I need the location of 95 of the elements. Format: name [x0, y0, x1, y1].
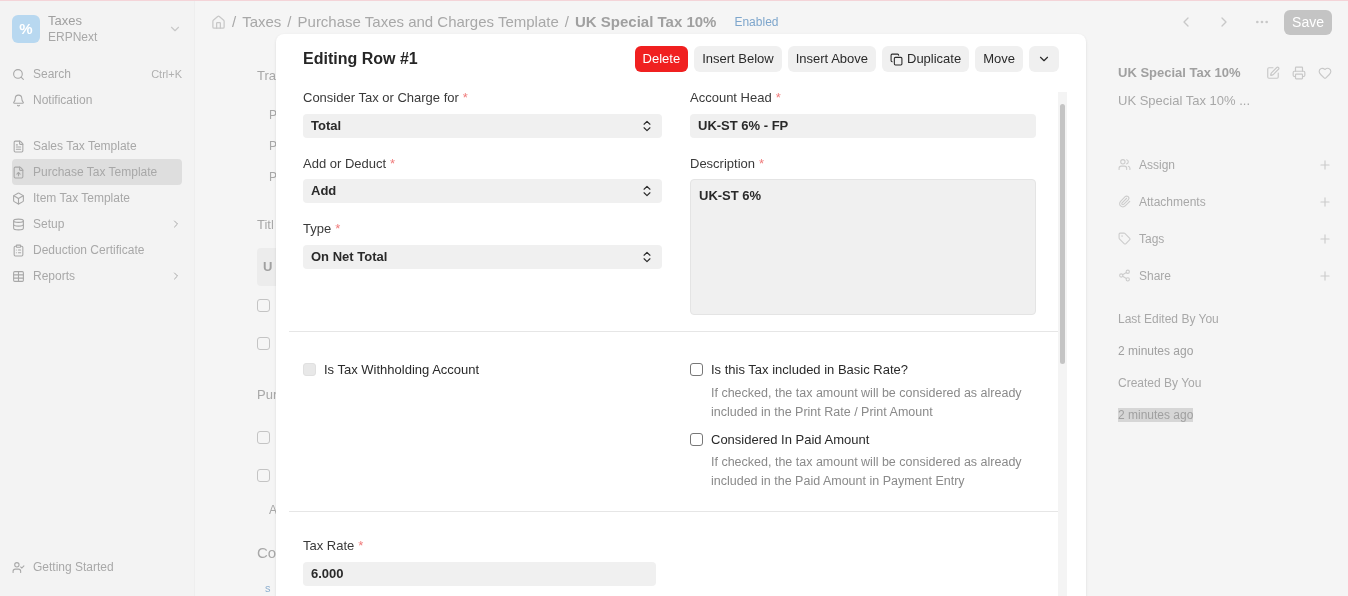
- tax-rate-field[interactable]: 6.000: [303, 561, 656, 586]
- form-label: Pur: [257, 387, 278, 402]
- sidebar-item[interactable]: Deduction Certificate: [12, 237, 182, 263]
- delete-button[interactable]: Delete: [634, 46, 689, 72]
- add-icon[interactable]: [1318, 157, 1332, 172]
- activity-label: Last Edited By You: [1118, 311, 1220, 328]
- select-icon: [640, 249, 654, 264]
- help-text: If checked, the tax amount will be considered as already included in the Paid Amount in Payment Entry: [711, 454, 1023, 490]
- row-action-button[interactable]: Move: [975, 46, 1023, 72]
- document-icon: [12, 165, 25, 179]
- description-textarea[interactable]: UK-ST 6%: [690, 179, 1036, 315]
- form-label: Titl: [257, 217, 274, 232]
- activity-label: Created By You: [1118, 375, 1203, 392]
- checkbox-label: Is Tax Withholding Account: [324, 361, 480, 379]
- field-label: Tax Rate: [303, 537, 355, 555]
- status-label: Enabled: [734, 14, 779, 31]
- user-icon: [12, 560, 25, 574]
- section-label: Share: [1139, 267, 1173, 285]
- checkbox-label: Considered In Paid Amount: [711, 430, 870, 449]
- field-label: Consider Tax or Charge for: [303, 89, 459, 107]
- edit-icon[interactable]: [1266, 65, 1280, 80]
- select-field[interactable]: Total: [303, 113, 662, 138]
- section-label: Assign: [1139, 156, 1177, 174]
- search-button[interactable]: Search Ctrl+K: [12, 61, 182, 87]
- table-cell-text: P: [269, 137, 277, 155]
- form-label: Tra: [257, 68, 277, 83]
- field-label: Account Head: [690, 89, 772, 107]
- document-title: UK Special Tax 10%: [1118, 64, 1242, 82]
- document-icon: [12, 139, 25, 153]
- bell-icon: [12, 93, 25, 107]
- add-icon[interactable]: [1318, 231, 1332, 246]
- tag-icon: [1118, 232, 1131, 245]
- getting-started-link[interactable]: Getting Started: [12, 558, 182, 576]
- add-icon[interactable]: [1318, 194, 1332, 209]
- select-field[interactable]: On Net Total: [303, 244, 662, 269]
- cube-icon: [12, 191, 25, 205]
- input-field[interactable]: UK-ST 6% - FP: [690, 113, 1036, 138]
- breadcrumb-link[interactable]: UK Special Tax 10%: [575, 10, 717, 34]
- help-text: If checked, the tax amount will be considered as already included in the Print Rate / Print Amount: [711, 384, 1023, 421]
- paperclip-icon: [1118, 195, 1131, 208]
- add-icon[interactable]: [1318, 268, 1332, 283]
- shortcut-hint: Ctrl+K: [151, 66, 182, 82]
- document-subtitle: UK Special Tax 10% ...: [1118, 91, 1251, 110]
- app-logo: %: [12, 15, 40, 43]
- users-icon: [1118, 158, 1131, 171]
- heart-icon[interactable]: [1318, 65, 1332, 80]
- home-icon[interactable]: [211, 14, 226, 30]
- printer-icon[interactable]: [1292, 65, 1306, 80]
- app-title: Taxes: [48, 13, 83, 29]
- duplicate-button[interactable]: Duplicate: [882, 46, 970, 72]
- sidebar-item[interactable]: Sales Tax Template: [12, 133, 182, 159]
- checkbox[interactable]: [690, 432, 703, 446]
- section-heading: Co: [257, 544, 277, 561]
- table-icon: [12, 269, 25, 283]
- breadcrumb-separator: /: [564, 11, 569, 32]
- sidebar-item[interactable]: Setup: [12, 211, 182, 237]
- field-label: Type: [303, 220, 332, 238]
- database-icon: [12, 217, 25, 231]
- select-field[interactable]: Add: [303, 179, 662, 203]
- sidebar-item[interactable]: Item Tax Template: [12, 185, 182, 211]
- table-cell-text: A: [269, 501, 277, 519]
- required-mark: *: [335, 220, 341, 238]
- table-cell-text: P: [269, 106, 277, 124]
- search-icon: [12, 67, 25, 81]
- breadcrumb-link[interactable]: Purchase Taxes and Charges Template: [297, 10, 559, 34]
- row-action-button[interactable]: Insert Below: [694, 46, 782, 72]
- breadcrumb-link[interactable]: Taxes: [242, 10, 282, 34]
- field-label: Description: [690, 154, 756, 173]
- breadcrumb-separator: /: [232, 11, 237, 32]
- required-mark: *: [759, 154, 765, 173]
- checkbox-label: Is this Tax included in Basic Rate?: [711, 361, 909, 379]
- app-subtitle: ERPNext: [48, 29, 99, 45]
- row-action-button[interactable]: Insert Above: [787, 46, 876, 72]
- required-mark: *: [390, 154, 396, 173]
- dialog-title: Editing Row #1: [303, 49, 419, 69]
- activity-time: 2 minutes ago: [1118, 344, 1194, 358]
- checkbox[interactable]: [690, 363, 703, 377]
- required-mark: *: [358, 537, 364, 555]
- table-cell-text: P: [269, 168, 277, 186]
- notification-button[interactable]: Notification: [12, 87, 182, 113]
- field-label: Add or Deduct: [303, 154, 387, 173]
- menu-button[interactable]: [1029, 46, 1059, 72]
- scrollbar[interactable]: [1058, 92, 1067, 596]
- required-mark: *: [462, 89, 468, 107]
- title-field: U: [257, 248, 276, 286]
- link-text: s: [265, 582, 271, 594]
- save-button[interactable]: Save: [1284, 9, 1332, 35]
- share-icon: [1118, 269, 1131, 282]
- section-label: Tags: [1139, 230, 1166, 248]
- breadcrumb-separator: /: [287, 11, 292, 32]
- copy-icon: [890, 52, 903, 66]
- section-label: Attachments: [1139, 193, 1207, 211]
- clipboard-icon: [12, 243, 25, 257]
- sidebar-item[interactable]: Reports: [12, 263, 182, 289]
- required-mark: *: [775, 89, 781, 107]
